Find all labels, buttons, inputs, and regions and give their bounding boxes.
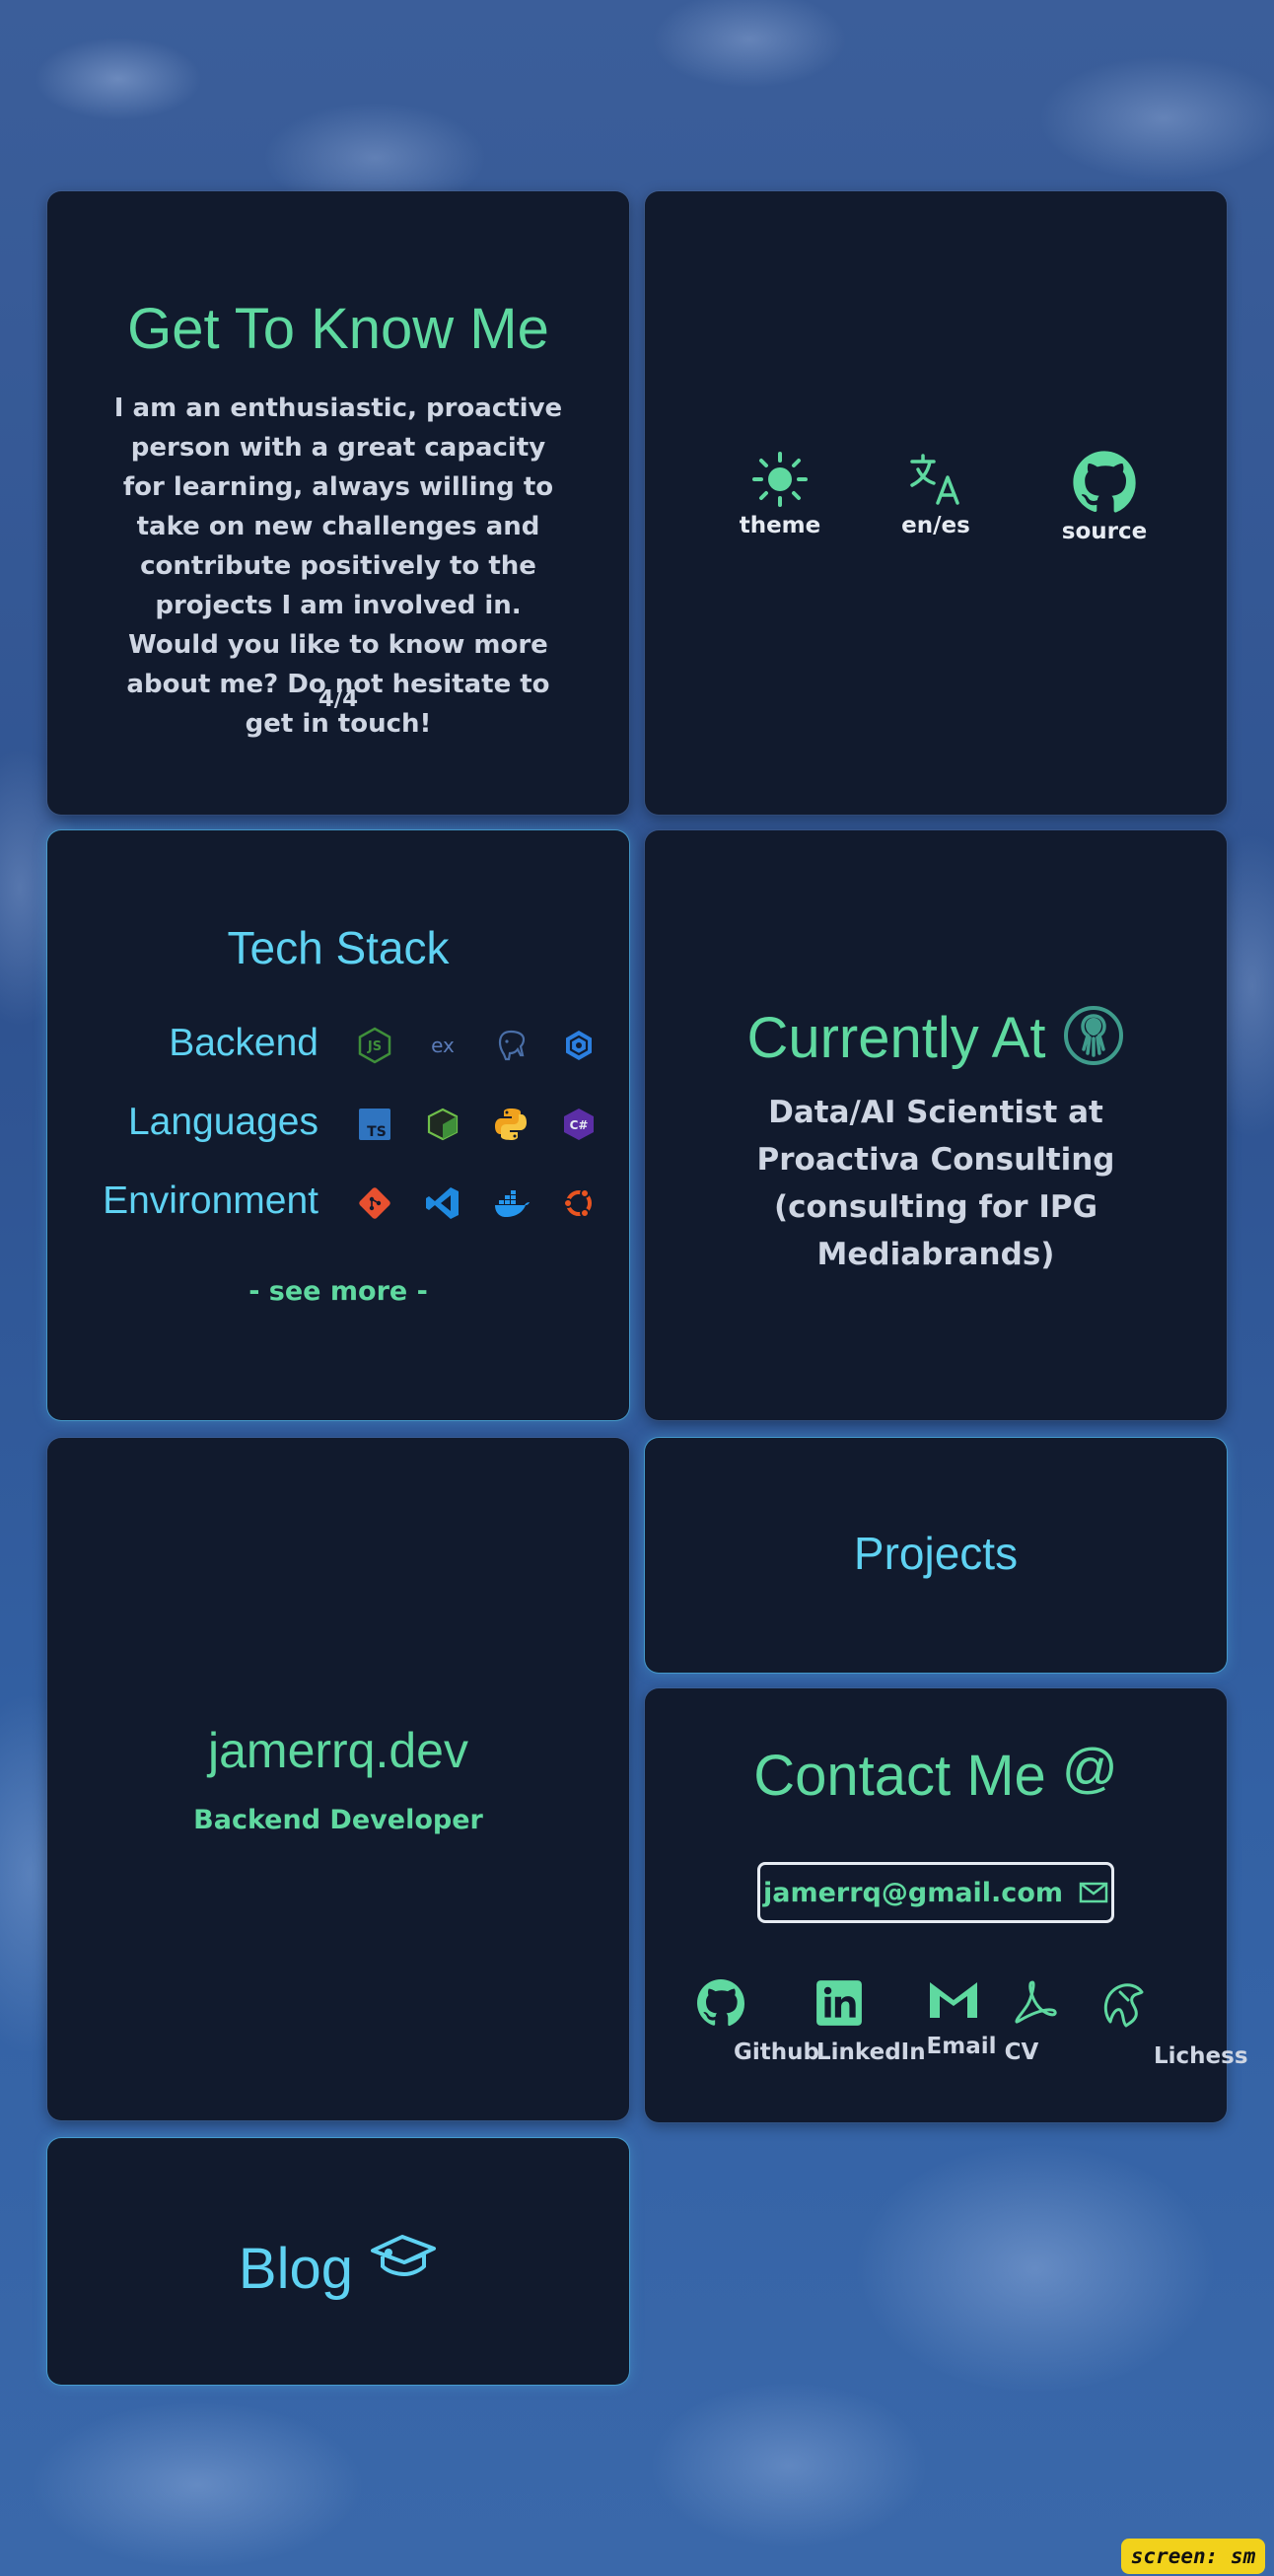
sun-icon xyxy=(752,452,808,507)
graphql-icon xyxy=(566,1031,593,1060)
translate-icon xyxy=(910,454,959,505)
github-label: Github xyxy=(734,2039,819,2065)
email-copy-button[interactable]: jamerrq@gmail.com xyxy=(757,1862,1114,1923)
tech-row-label: Environment xyxy=(103,1180,318,1222)
svg-text:C#: C# xyxy=(570,1118,589,1132)
email-address: jamerrq@gmail.com xyxy=(762,1877,1063,1908)
cv-label: CV xyxy=(1004,2039,1039,2065)
docker-icon xyxy=(495,1190,531,1217)
tech-row-languages: Languages TS C# xyxy=(47,1095,629,1154)
cube-icon xyxy=(427,1108,459,1141)
currently-at-title: Currently At xyxy=(645,1004,1227,1071)
tech-stack-title: Tech Stack xyxy=(227,922,450,973)
tech-stack-card[interactable]: Tech Stack Backend JS ex Languages TS C#… xyxy=(47,830,629,1420)
blog-title: Blog xyxy=(47,2231,629,2302)
role-title: Backend Developer xyxy=(193,1805,483,1835)
pdf-icon xyxy=(1015,1980,1057,2024)
lichess-label: Lichess xyxy=(1154,2043,1248,2069)
projects-title: Projects xyxy=(853,1528,1019,1579)
tech-row-label: Backend xyxy=(169,1022,318,1064)
language-label: en/es xyxy=(901,513,970,538)
tech-row-backend: Backend JS ex xyxy=(47,1016,629,1075)
source-link[interactable]: source xyxy=(1035,450,1173,544)
gitkraken-icon xyxy=(1063,1006,1123,1065)
identity-card: jamerrq.dev Backend Developer xyxy=(47,1438,629,2120)
contact-card: Contact Me @ jamerrq@gmail.com Github Li… xyxy=(645,1688,1248,2122)
theme-label: theme xyxy=(739,513,821,538)
express-icon: ex xyxy=(431,1034,455,1057)
lichess-icon xyxy=(1103,1983,1144,2028)
svg-text:ex: ex xyxy=(431,1034,455,1057)
github-icon xyxy=(1073,451,1136,513)
theme-toggle-button[interactable]: theme xyxy=(711,450,849,538)
currently-at-description: Data/AI Scientist at Proactiva Consultin… xyxy=(756,1095,1115,1272)
about-title: Get To Know Me xyxy=(127,297,549,361)
see-more-link[interactable]: - see more - xyxy=(47,1276,629,1307)
postgresql-icon xyxy=(499,1030,526,1061)
nodejs-icon: JS xyxy=(358,1027,391,1064)
ubuntu-icon xyxy=(563,1188,593,1218)
git-icon xyxy=(359,1187,390,1219)
svg-text:TS: TS xyxy=(367,1124,387,1140)
tech-row-label: Languages xyxy=(127,1101,318,1143)
linkedin-label: LinkedIn xyxy=(816,2039,926,2065)
currently-at-title-text: Currently At xyxy=(746,1006,1046,1070)
projects-card[interactable]: Projects xyxy=(645,1438,1227,1673)
cv-link[interactable]: CV xyxy=(1005,1978,1065,2065)
graduation-cap-icon xyxy=(371,2235,437,2277)
tech-row-environment: Environment xyxy=(47,1174,629,1233)
source-label: source xyxy=(1061,519,1148,544)
lichess-link[interactable]: Lichess xyxy=(1098,1978,1248,2069)
controls-card: theme en/es source xyxy=(645,191,1227,815)
about-page-indicator: 4/4 xyxy=(318,686,359,712)
vscode-icon xyxy=(426,1187,460,1219)
currently-at-card: Currently At Data/AI Scientist at Proact… xyxy=(645,830,1227,1420)
csharp-icon: C# xyxy=(564,1109,595,1140)
blog-title-text: Blog xyxy=(238,2237,353,2301)
svg-text:JS: JS xyxy=(367,1039,382,1054)
contact-title-text: Contact Me xyxy=(753,1744,1046,1808)
mail-icon xyxy=(1079,1882,1108,1903)
gmail-icon xyxy=(930,1982,977,2018)
blog-card[interactable]: Blog xyxy=(47,2138,629,2385)
linkedin-icon xyxy=(816,1980,862,2026)
linkedin-link[interactable]: LinkedIn xyxy=(791,1978,926,2065)
python-icon xyxy=(495,1109,528,1140)
typescript-icon: TS xyxy=(359,1109,390,1140)
contact-title: Contact Me @ xyxy=(645,1736,1227,1809)
about-card[interactable]: Get To Know Me I am an enthusiastic, pro… xyxy=(47,191,629,815)
site-name: jamerrq.dev xyxy=(208,1723,468,1778)
language-toggle-button[interactable]: en/es xyxy=(867,450,1005,538)
screen-size-badge: screen: sm xyxy=(1121,2539,1265,2574)
github-icon xyxy=(697,1979,744,2027)
at-sign-icon: @ xyxy=(1061,1737,1118,1799)
github-link[interactable]: Github xyxy=(678,1978,819,2065)
